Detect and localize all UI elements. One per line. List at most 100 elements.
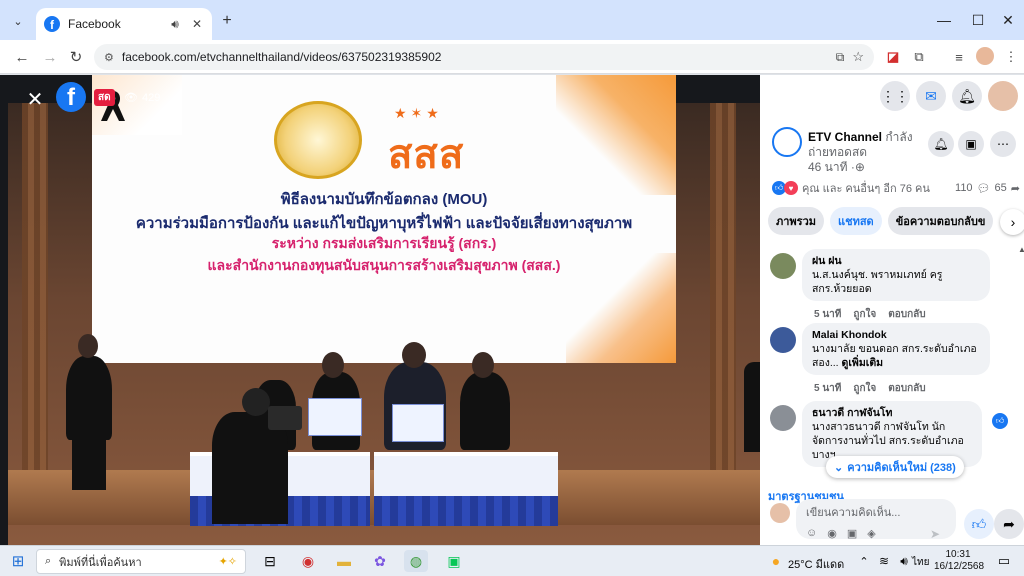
taskbar-search[interactable]: ⌕ พิมพ์ที่นี่เพื่อค้นหา ✦✧ [36, 549, 246, 574]
comment-count[interactable]: 110 [955, 182, 973, 194]
extensions-icon[interactable]: ⧉ [910, 48, 928, 66]
facebook-logo-icon[interactable]: f [56, 82, 86, 112]
cast-icon[interactable]: ⧉ [836, 50, 845, 65]
mou-document [392, 404, 444, 442]
reply-link[interactable]: ตอบกลับ [888, 307, 925, 322]
clock-time: 10:31 [945, 549, 971, 560]
tab-replies[interactable]: ข้อความตอบกลับข [887, 207, 994, 235]
taskbar-search-placeholder: พิมพ์ที่นี่เพื่อค้นหา [59, 556, 142, 569]
wood-panel [710, 103, 736, 513]
browser-menu-icon[interactable]: ⋮ [1002, 48, 1020, 66]
file-explorer-icon[interactable]: ▬ [332, 550, 356, 572]
comment-item: ฝน ฝน น.ส.นงค์นุช. พราหมเภทย์ ครู สกร.ห้… [770, 249, 990, 322]
site-info-icon[interactable]: ⚙︎ [104, 51, 114, 64]
commenter-avatar[interactable] [770, 327, 796, 353]
task-view-icon[interactable]: ⊟ [258, 550, 282, 572]
love-reaction-icon: ♥ [784, 181, 798, 195]
commenter-avatar[interactable] [770, 253, 796, 279]
browser-tab-facebook[interactable]: f Facebook 🔊︎ ✕ [36, 8, 212, 40]
viewer-count: 👁︎ 429 [124, 89, 160, 106]
reload-button[interactable]: ↻ [64, 46, 88, 68]
comment-time[interactable]: 5 นาที [814, 307, 841, 322]
new-comments-label: ความคิดเห็นใหม่ (238) [847, 462, 956, 474]
post-time: 46 นาที [808, 160, 848, 174]
comments-panel: ⋮⋮ ✉ 🔔︎ ETV Channel กำลังถ่ายทอดสด 46 นา… [760, 75, 1024, 545]
notification-center-icon[interactable]: ▭ [992, 550, 1016, 572]
account-avatar[interactable] [988, 81, 1018, 111]
save-icon[interactable]: ▣ [958, 131, 984, 157]
follow-bell-icon[interactable]: 🔔︎ [928, 131, 954, 157]
share-button[interactable]: ➦ [994, 509, 1024, 539]
commenter-name[interactable]: ธนาวดี กาฬจันโท [812, 406, 972, 420]
etv-channel-avatar[interactable] [772, 127, 802, 157]
tab-overview[interactable]: ภาพรวม [768, 207, 825, 235]
comment-item: Malai Khondok นางมาลัย ขอนดอก สกร.ระดับอ… [770, 323, 990, 397]
forward-button[interactable]: → [38, 46, 62, 68]
video-camera [268, 406, 302, 430]
messenger-icon[interactable]: ✉ [916, 81, 946, 111]
tab-search-icon[interactable]: ⌄ [8, 12, 28, 30]
camera-icon[interactable]: ◉ [827, 527, 837, 540]
like-button[interactable]: 👍︎ [964, 509, 994, 539]
tab-live-chat[interactable]: แชทสด [830, 207, 882, 235]
sticker-icon[interactable]: ◈ [867, 527, 875, 540]
notifications-icon[interactable]: 🔔︎ [952, 81, 982, 111]
my-avatar[interactable] [770, 503, 790, 523]
weather-icon[interactable]: ● [764, 550, 788, 572]
comment-text-body: นางมาลัย ขอนดอก สกร.ระดับอำเภอสอง... [812, 343, 977, 369]
commenter-name[interactable]: Malai Khondok [812, 328, 980, 342]
like-link[interactable]: ถูกใจ [853, 381, 876, 396]
new-tab-button[interactable]: + [218, 12, 236, 30]
apps-menu-icon[interactable]: ⋮⋮ [880, 81, 910, 111]
window-close-button[interactable]: ✕ [988, 8, 1024, 32]
page-name[interactable]: ETV Channel [808, 130, 882, 144]
weather-temp[interactable]: 25°C มีแดด [788, 555, 844, 573]
reaction-bar[interactable]: 👍︎ ♥ คุณ และ คนอื่นๆ อีก 76 คน 110 💬︎ 65… [772, 179, 1020, 197]
close-video-button[interactable]: ✕ [22, 86, 48, 112]
app-icon-red[interactable]: ◉ [296, 550, 320, 572]
comment-text: นางมาลัย ขอนดอก สกร.ระดับอำเภอสอง... ดูเ… [812, 342, 980, 370]
chrome-icon[interactable]: ◍ [404, 550, 428, 572]
person-head [402, 342, 426, 368]
commenter-avatar[interactable] [770, 405, 796, 431]
reply-link[interactable]: ตอบกลับ [888, 381, 925, 396]
tabs-next-chevron-icon[interactable]: › [1000, 209, 1024, 235]
share-count[interactable]: 65 [995, 182, 1007, 194]
slide-title: พิธีลงนามบันทึกข้อตกลง (MOU) [280, 191, 488, 208]
gif-icon[interactable]: ▣ [847, 527, 857, 540]
send-icon[interactable]: ➤ [930, 527, 940, 541]
windows-start-icon[interactable]: ⊞ [6, 550, 30, 572]
emoji-icon[interactable]: ☺ [806, 527, 817, 540]
bookmark-star-icon[interactable]: ☆ [852, 49, 864, 65]
globe-icon: ·⊕ [850, 160, 865, 174]
see-more-link[interactable]: ดูเพิ่มเติม [842, 357, 884, 369]
back-button[interactable]: ← [10, 46, 34, 68]
reaction-summary: คุณ และ คนอื่นๆ อีก 76 คน [802, 183, 930, 195]
more-options-icon[interactable]: ⋯ [990, 131, 1016, 157]
comment-meta: 5 นาที ถูกใจ ตอบกลับ [814, 381, 926, 396]
url-text[interactable]: facebook.com/etvchannelthailand/videos/6… [122, 50, 828, 64]
share-icon: ➦ [1010, 182, 1020, 195]
line-icon[interactable]: ▣ [442, 550, 466, 572]
comments-scrollbar[interactable]: ▲ [1018, 245, 1024, 485]
pdf-extension-icon[interactable]: ◪ [884, 48, 902, 66]
projection-screen: ★✶★ สสส พิธีลงนามบันทึกข้อตกลง (MOU) ควา… [92, 75, 676, 363]
comment-time[interactable]: 5 นาที [814, 381, 841, 396]
address-bar[interactable]: ⚙︎ facebook.com/etvchannelthailand/video… [94, 44, 874, 70]
facebook-favicon-icon: f [44, 16, 60, 32]
like-link[interactable]: ถูกใจ [853, 307, 876, 322]
language-indicator[interactable]: ไทย [912, 555, 929, 570]
profile-avatar[interactable] [976, 47, 994, 65]
browser-toolbar: ← → ↻ ⚙︎ facebook.com/etvchannelthailand… [0, 40, 1024, 74]
taskbar-clock[interactable]: 10:31 16/12/2568 [934, 549, 984, 573]
speaker-icon[interactable]: 🔊︎ [168, 17, 182, 32]
tab-close-icon[interactable]: ✕ [190, 17, 204, 31]
new-comments-button[interactable]: ⌄ ความคิดเห็นใหม่ (238) [826, 456, 964, 478]
commenter-name[interactable]: ฝน ฝน [812, 254, 980, 268]
media-control-icon[interactable]: ≡ [950, 48, 968, 66]
copilot-icon[interactable]: ✿ [368, 550, 392, 572]
comment-icon: 💬︎ [976, 182, 991, 195]
eye-icon: 👁︎ [124, 92, 138, 104]
person-head [242, 388, 270, 416]
scroll-up-icon[interactable]: ▲ [1018, 245, 1024, 254]
